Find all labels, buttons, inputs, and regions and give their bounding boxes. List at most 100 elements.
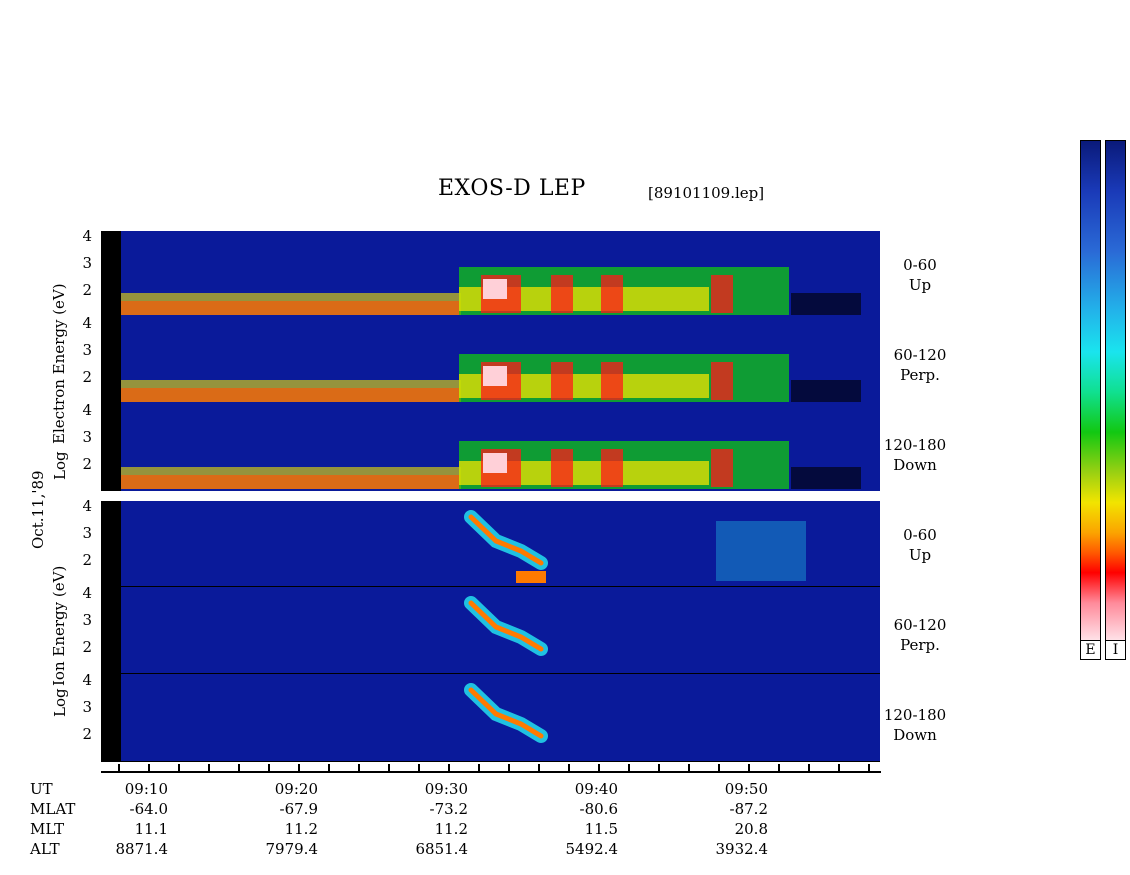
row-label-mlat: MLAT [30,800,76,818]
ion-channel-perp: 60-120 Perp. [880,615,960,655]
electron-colorbar: E [1080,140,1101,660]
burst [551,449,573,487]
alt-value: 3932.4 [715,840,769,858]
electron-channel-perp-range: 60-120 [893,346,947,364]
ion-axis-label: Ion Energy (eV) [50,565,68,686]
burst [601,362,623,400]
electron-axis-prefix: Log [51,451,69,480]
ion-colorbar: I [1105,140,1126,660]
low-energy-band [121,475,461,489]
mlat-value: -64.0 [129,800,168,818]
alt-value: 8871.4 [115,840,169,858]
y-tick-label: 3 [82,341,92,359]
electron-channel-up-range: 0-60 [903,256,937,274]
ut-value: 09:30 [424,780,468,798]
ion-spectrogram-svg [121,501,880,762]
y-tick-label: 4 [82,584,92,602]
row-label-mlt: MLT [30,820,65,838]
time-axis [101,764,881,773]
low-count-region [791,293,861,315]
diffuse-patch [716,521,806,581]
ut-value: 09:40 [574,780,618,798]
alt-value: 5492.4 [565,840,619,858]
burst-peak [483,366,507,386]
electron-channel-up-dir: Up [908,276,932,294]
ion-subpanel [121,501,880,587]
file-label: [89101109.lep] [648,184,765,202]
y-tick-label: 4 [82,227,92,245]
mlt-value: 20.8 [734,820,768,838]
y-tick-label: 3 [82,611,92,629]
mlt-value: 11.5 [584,820,618,838]
electron-channel-up: 0-60 Up [880,255,960,295]
ion-channel-up: 0-60 Up [880,525,960,565]
electron-colorbar-label: E [1081,640,1100,659]
electron-subpanel [121,231,880,317]
mlat-value: -67.9 [279,800,318,818]
ion-subpanel [121,674,880,762]
burst [711,362,733,400]
electron-channel-perp-dir: Perp. [900,366,940,384]
mlat-value: -73.2 [429,800,468,818]
y-tick-label: 2 [82,368,92,386]
y-tick-label: 3 [82,524,92,542]
low-energy-band-edge [121,380,461,388]
electron-channel-down-range: 120-180 [883,436,947,454]
y-tick-label: 3 [82,698,92,716]
electron-colorbar-gradient [1081,141,1100,643]
low-count-region [791,380,861,402]
electron-channel-down: 120-180 Down [875,435,955,475]
chart-title: EXOS-D LEP [438,176,586,201]
electron-axis-label: Electron Energy (eV) [50,283,68,444]
electron-channel-perp: 60-120 Perp. [880,345,960,385]
burst [711,449,733,487]
mlt-value: 11.1 [134,820,168,838]
electron-spectrogram [101,231,880,491]
y-tick-label: 2 [82,281,92,299]
mlat-value: -87.2 [729,800,768,818]
low-energy-band-edge [121,293,461,301]
ion-channel-up-dir: Up [908,546,932,564]
ion-subpanel [121,587,880,674]
low-energy-band [121,301,461,315]
low-energy-band-edge [121,467,461,475]
y-tick-label: 4 [82,401,92,419]
row-label-ut: UT [30,780,53,798]
y-tick-label: 4 [82,497,92,515]
burst [551,362,573,400]
electron-subpanel [121,404,880,491]
row-label-alt: ALT [30,840,60,858]
burst-peak [483,279,507,299]
low-count-region [791,467,861,489]
ion-spectrogram [101,501,880,762]
mlt-value: 11.2 [434,820,468,838]
low-energy-burst [516,571,546,583]
ion-colorbar-label: I [1106,640,1125,659]
burst [551,275,573,313]
burst-peak [483,453,507,473]
ion-channel-perp-range: 60-120 [893,616,947,634]
ion-channel-down-range: 120-180 [883,706,947,724]
date-label: Oct.11,'89 [29,470,47,549]
ion-channel-perp-dir: Perp. [900,636,940,654]
ut-value: 09:50 [724,780,768,798]
burst [711,275,733,313]
y-tick-label: 2 [82,638,92,656]
mlat-value: -80.6 [579,800,618,818]
ut-value: 09:20 [274,780,318,798]
y-tick-label: 3 [82,428,92,446]
low-energy-band [121,388,461,402]
y-tick-label: 2 [82,455,92,473]
mlt-value: 11.2 [284,820,318,838]
ut-value: 09:10 [124,780,168,798]
ion-channel-up-range: 0-60 [903,526,937,544]
y-tick-label: 3 [82,254,92,272]
ion-channel-down-dir: Down [893,726,937,744]
y-tick-label: 4 [82,671,92,689]
y-tick-label: 4 [82,314,92,332]
alt-value: 6851.4 [415,840,469,858]
burst [601,275,623,313]
alt-value: 7979.4 [265,840,319,858]
electron-channel-down-dir: Down [893,456,937,474]
ion-axis-prefix: Log [51,688,69,717]
